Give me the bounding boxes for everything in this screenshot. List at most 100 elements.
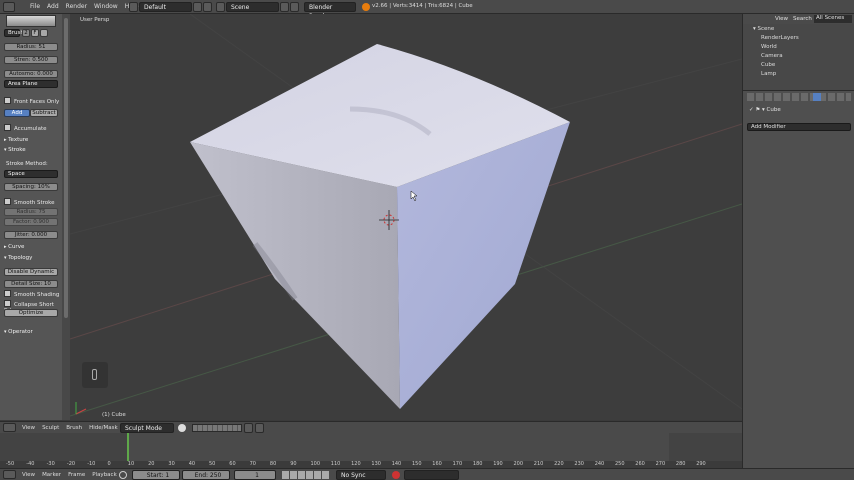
menu-view[interactable]: View: [22, 425, 35, 431]
front-faces-only-checkbox[interactable]: Front Faces Only: [4, 97, 59, 105]
timeline-tick-label: 80: [269, 461, 277, 467]
optimize-button[interactable]: Optimize: [4, 309, 58, 317]
sync-dropdown[interactable]: No Sync: [336, 470, 386, 480]
smooth-shading-checkbox[interactable]: Smooth Shading: [4, 290, 59, 298]
sculpt-plane-dropdown[interactable]: Area Plane: [4, 80, 58, 88]
timeline-tick-label: 110: [330, 461, 341, 467]
detail-size-field[interactable]: Detail Size: 10: [4, 280, 58, 288]
disable-dynamic-button[interactable]: Disable Dynamic: [4, 268, 58, 276]
display-mode-dropdown[interactable]: All Scenes: [814, 15, 852, 23]
start-frame-field[interactable]: Start: 1: [132, 470, 180, 480]
frame-range: [127, 433, 669, 461]
autosmooth-field[interactable]: Autosmo: 0.000: [4, 70, 58, 78]
spacing-field[interactable]: Spacing: 10%: [4, 183, 58, 191]
modifier-wrench-tab[interactable]: [813, 93, 821, 101]
tool-shelf-scrollbar[interactable]: [62, 14, 70, 420]
blender-logo-icon: [362, 3, 370, 11]
preview-range-icon[interactable]: [119, 471, 127, 479]
playback-controls[interactable]: [282, 471, 330, 479]
viewport-shading-icon[interactable]: [178, 424, 186, 432]
record-button[interactable]: [392, 471, 400, 479]
timeline-editor[interactable]: -50 -40 -30 -20 -10 0 10 20 30 40 50 60 70 80 90 100 110…: [0, 433, 742, 468]
scrollbar-thumb[interactable]: [64, 18, 68, 318]
outliner[interactable]: View Search All Scenes ▾ Scene RenderLay…: [742, 14, 854, 90]
layout-browse-button[interactable]: [129, 2, 138, 12]
snap-button[interactable]: [244, 423, 253, 433]
scene-browse-button[interactable]: [216, 2, 225, 12]
menu-brush[interactable]: Brush: [66, 425, 82, 431]
layout-close-button[interactable]: [203, 2, 212, 12]
properties-tabs[interactable]: [747, 93, 851, 101]
menu-render[interactable]: Render: [66, 3, 87, 10]
screen-layout-field[interactable]: Default: [139, 2, 192, 12]
subtract-button[interactable]: Subtract: [30, 109, 58, 117]
outliner-item-world[interactable]: World: [761, 44, 777, 50]
layer-buttons[interactable]: [192, 424, 242, 432]
properties-editor[interactable]: ✓ ⚑ ▾ Cube Add Modifier: [742, 90, 854, 468]
smooth-stroke-checkbox[interactable]: Smooth Stroke: [4, 198, 55, 206]
stroke-panel-header[interactable]: Stroke: [4, 147, 26, 153]
active-object-label: (1) Cube: [102, 412, 126, 418]
timeline-tick-label: 100: [310, 461, 321, 467]
timeline-tick-label: 70: [249, 461, 256, 467]
brush-stroke-icon[interactable]: [82, 362, 108, 388]
editor-type-icon[interactable]: [3, 2, 15, 12]
keying-set-field[interactable]: [404, 470, 459, 480]
smooth-radius-field[interactable]: Radius: 75: [4, 208, 58, 216]
brush-fake-user-button[interactable]: F: [31, 29, 39, 37]
menu-search[interactable]: Search: [793, 16, 812, 22]
scene-field[interactable]: Scene: [226, 2, 279, 12]
brush-new-button[interactable]: [40, 29, 48, 37]
menu-sculpt[interactable]: Sculpt: [42, 425, 59, 431]
current-frame-field[interactable]: 1: [234, 470, 276, 480]
timeline-tick-label: -10: [87, 461, 96, 467]
main-menu: File Add Render Window Help: [30, 3, 138, 10]
timeline-tick-label: 210: [533, 461, 544, 467]
layout-add-button[interactable]: [193, 2, 202, 12]
add-button[interactable]: Add: [4, 109, 30, 117]
end-frame-field[interactable]: End: 250: [182, 470, 230, 480]
texture-panel-header[interactable]: Texture: [4, 137, 28, 143]
object-context: ✓ ⚑ ▾ Cube: [749, 107, 781, 113]
scene-add-button[interactable]: [280, 2, 289, 12]
outliner-item-cube[interactable]: Cube: [761, 62, 775, 68]
accumulate-checkbox[interactable]: Accumulate: [4, 124, 46, 132]
pin-icon[interactable]: ✓ ⚑ ▾: [749, 107, 767, 113]
3d-viewport[interactable]: User Persp (1) Cube: [70, 14, 742, 420]
timeline-tick-label: 260: [635, 461, 645, 467]
add-modifier-dropdown[interactable]: Add Modifier: [747, 123, 851, 131]
stroke-method-dropdown[interactable]: Space: [4, 170, 58, 178]
curve-panel-header[interactable]: Curve: [4, 244, 24, 250]
outliner-item-renderlayers[interactable]: RenderLayers: [761, 35, 799, 41]
menu-view[interactable]: View: [22, 472, 35, 478]
render-preview-button[interactable]: [255, 423, 264, 433]
mode-dropdown[interactable]: Sculpt Mode: [120, 423, 174, 433]
timeline-tick-label: 10: [127, 461, 135, 467]
menu-view[interactable]: View: [775, 16, 788, 22]
strength-field[interactable]: Stren: 0.500: [4, 56, 58, 64]
menu-hide-mask[interactable]: Hide/Mask: [89, 425, 118, 431]
brush-preview[interactable]: [6, 15, 56, 27]
timeline-tick-label: 240: [594, 461, 605, 467]
radius-field[interactable]: Radius: 51: [4, 43, 58, 51]
editor-type-icon[interactable]: [3, 470, 16, 479]
topology-panel-header[interactable]: Topology: [4, 255, 32, 261]
menu-window[interactable]: Window: [94, 3, 118, 10]
menu-frame[interactable]: Frame: [68, 472, 85, 478]
scene-close-button[interactable]: [290, 2, 299, 12]
outliner-item-lamp[interactable]: Lamp: [761, 71, 776, 77]
operator-panel-header[interactable]: Operator: [4, 329, 33, 335]
jitter-field[interactable]: Jitter: 0.000: [4, 231, 58, 239]
menu-file[interactable]: File: [30, 3, 40, 10]
tool-shelf: Brush 2 F Radius: 51 Stren: 0.500 Autosm…: [0, 14, 70, 420]
menu-playback[interactable]: Playback: [92, 472, 117, 478]
menu-add[interactable]: Add: [47, 3, 59, 10]
menu-marker[interactable]: Marker: [42, 472, 61, 478]
viewport-scene[interactable]: [70, 14, 742, 420]
brush-selector[interactable]: Brush: [4, 29, 24, 37]
smooth-factor-field[interactable]: Factor: 0.900: [4, 218, 58, 226]
editor-type-icon[interactable]: [3, 423, 16, 432]
outliner-item-camera[interactable]: Camera: [761, 53, 783, 59]
outliner-item-scene[interactable]: ▾ Scene: [753, 26, 774, 32]
render-engine-dropdown[interactable]: Blender Render: [304, 2, 356, 20]
